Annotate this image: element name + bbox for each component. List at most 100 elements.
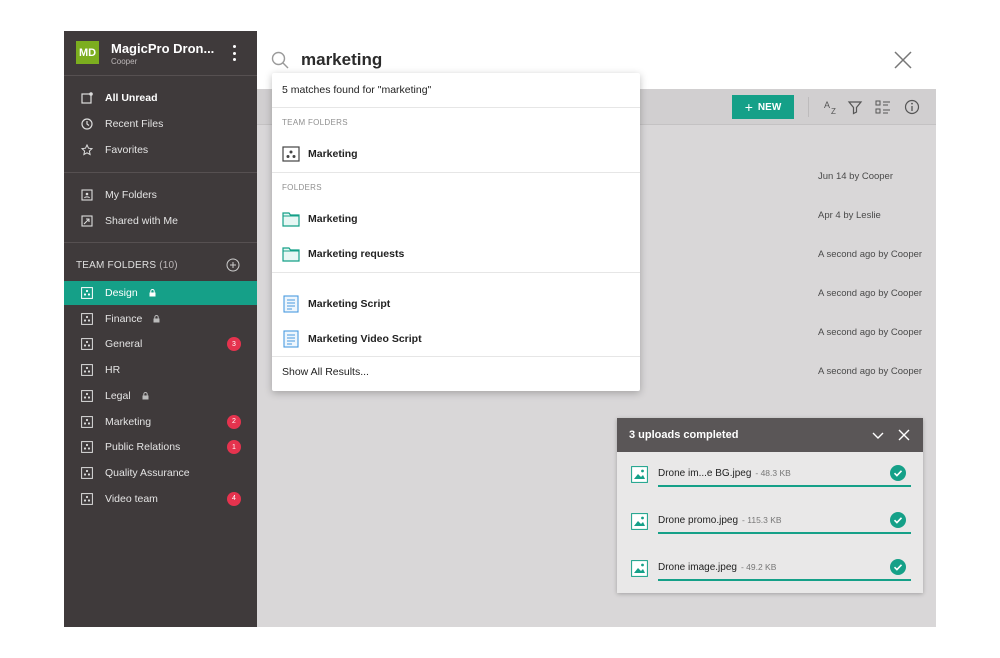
- sidebar-item-label: Marketing: [105, 415, 152, 428]
- sidebar-item-team-folder[interactable]: HR: [64, 358, 257, 382]
- dropdown-divider: [272, 272, 640, 273]
- sidebar: MD MagicPro Dron... Cooper All Unread Re…: [64, 31, 257, 627]
- check-icon: [890, 512, 906, 528]
- lock-icon: [142, 391, 149, 403]
- search-results-dropdown: 5 matches found for "marketing" TEAM FOL…: [272, 73, 640, 391]
- sidebar-item-label: HR: [105, 364, 121, 377]
- result-folder[interactable]: Marketing: [272, 204, 640, 234]
- sidebar-item-label: Legal: [105, 389, 131, 402]
- sidebar-item-label: Video team: [105, 492, 158, 505]
- upload-progress-bar: [658, 532, 911, 534]
- unread-badge: 2: [227, 414, 241, 429]
- team-folder-icon: [81, 492, 93, 505]
- star-icon: [81, 144, 93, 156]
- sidebar-item-label: My Folders: [105, 189, 157, 201]
- dropdown-divider: [272, 107, 640, 108]
- info-icon[interactable]: [904, 99, 920, 115]
- workspace-header[interactable]: MD MagicPro Dron... Cooper: [64, 31, 257, 76]
- team-folders-heading: TEAM FOLDERS (10): [76, 260, 178, 271]
- sidebar-divider: [64, 172, 257, 173]
- unread-badge: 1: [227, 440, 241, 455]
- sidebar-item-label: General: [105, 338, 143, 351]
- sidebar-item-favorites[interactable]: Favorites: [64, 138, 257, 162]
- sidebar-item-label: Quality Assurance: [105, 466, 190, 479]
- team-folder-icon: [81, 441, 93, 454]
- file-modified: A second ago by Cooper: [818, 327, 923, 338]
- sidebar-item-shared-with-me[interactable]: Shared with Me: [64, 209, 257, 233]
- folder-shared-icon: [81, 215, 93, 227]
- lock-icon: [149, 288, 156, 300]
- match-count: 5 matches found for "marketing": [282, 84, 432, 96]
- workspace-user: Cooper: [111, 57, 138, 66]
- sidebar-item-team-folder[interactable]: Public Relations 1: [64, 435, 257, 459]
- result-folder[interactable]: Marketing requests: [272, 239, 640, 269]
- result-team-folder[interactable]: Marketing: [272, 139, 640, 169]
- close-icon[interactable]: [898, 429, 910, 441]
- sort-az-icon[interactable]: AZ: [823, 99, 839, 115]
- search-input[interactable]: marketing: [301, 50, 382, 70]
- team-folder-icon: [81, 312, 93, 325]
- upload-file-size: - 48.3 KB: [755, 468, 791, 478]
- sidebar-item-team-folder[interactable]: Legal: [64, 384, 257, 408]
- section-folders: FOLDERS: [282, 183, 322, 192]
- document-icon: [283, 330, 299, 348]
- result-document[interactable]: Marketing Video Script: [272, 324, 640, 354]
- team-folder-icon: [81, 389, 93, 402]
- upload-item[interactable]: Drone image.jpeg - 49.2 KB: [617, 552, 923, 592]
- dropdown-divider: [272, 356, 640, 357]
- more-options-icon[interactable]: [230, 45, 238, 61]
- new-button[interactable]: + NEW: [732, 95, 794, 119]
- sidebar-item-label: Design: [105, 287, 138, 299]
- sidebar-item-label: Favorites: [105, 144, 149, 156]
- upload-progress-bar: [658, 579, 911, 581]
- sidebar-divider: [64, 242, 257, 243]
- dropdown-divider: [272, 172, 640, 173]
- result-document[interactable]: Marketing Script: [272, 289, 640, 319]
- sidebar-item-my-folders[interactable]: My Folders: [64, 183, 257, 207]
- toolbar-divider: [808, 97, 809, 117]
- section-team-folders: TEAM FOLDERS: [282, 118, 348, 127]
- team-folder-icon: [282, 146, 300, 162]
- sidebar-item-team-folder[interactable]: Marketing 2: [64, 410, 257, 434]
- check-icon: [890, 465, 906, 481]
- sidebar-item-team-folder[interactable]: Finance: [64, 307, 257, 331]
- team-folder-icon: [81, 466, 93, 479]
- sidebar-item-label: Recent Files: [105, 118, 164, 130]
- chevron-down-icon[interactable]: [872, 429, 884, 441]
- file-modified: A second ago by Cooper: [818, 366, 923, 377]
- folder-icon: [282, 247, 300, 262]
- sidebar-item-all-unread[interactable]: All Unread: [64, 86, 257, 110]
- unread-badge: 3: [227, 337, 241, 352]
- upload-item[interactable]: Drone im...e BG.jpeg - 48.3 KB: [617, 458, 923, 498]
- image-file-icon: [631, 466, 648, 483]
- lock-icon: [153, 314, 160, 326]
- sidebar-item-label: Finance: [105, 312, 143, 325]
- sidebar-item-team-folder[interactable]: Design: [64, 281, 257, 305]
- folder-user-icon: [81, 189, 93, 201]
- view-options-icon[interactable]: [875, 99, 891, 115]
- image-file-icon: [631, 513, 648, 530]
- file-modified: Apr 4 by Leslie: [818, 210, 881, 221]
- close-search-icon[interactable]: [893, 50, 913, 70]
- team-folder-icon: [81, 415, 93, 428]
- svg-text:A: A: [824, 100, 830, 110]
- sidebar-item-team-folder[interactable]: Video team 4: [64, 487, 257, 511]
- sidebar-item-team-folder[interactable]: Quality Assurance: [64, 461, 257, 485]
- filter-icon[interactable]: [847, 99, 863, 115]
- sidebar-item-recent-files[interactable]: Recent Files: [64, 112, 257, 136]
- workspace-name: MagicPro Dron...: [111, 41, 215, 56]
- sidebar-item-label: Public Relations: [105, 441, 181, 454]
- sidebar-item-team-folder[interactable]: General 3: [64, 332, 257, 356]
- file-modified: Jun 14 by Cooper: [818, 171, 893, 182]
- uploads-panel: 3 uploads completed Drone im...e BG.jpeg…: [617, 418, 923, 593]
- sidebar-item-label: Shared with Me: [105, 215, 178, 227]
- upload-item[interactable]: Drone promo.jpeg - 115.3 KB: [617, 505, 923, 545]
- plus-icon: +: [744, 99, 753, 115]
- add-team-folder-icon[interactable]: [226, 258, 240, 272]
- team-folder-icon: [81, 364, 93, 376]
- upload-file-name: Drone image.jpeg: [658, 562, 737, 573]
- show-all-results-link[interactable]: Show All Results...: [282, 366, 369, 378]
- sidebar-item-label: All Unread: [105, 92, 158, 104]
- file-modified: A second ago by Cooper: [818, 288, 923, 299]
- document-icon: [283, 295, 299, 313]
